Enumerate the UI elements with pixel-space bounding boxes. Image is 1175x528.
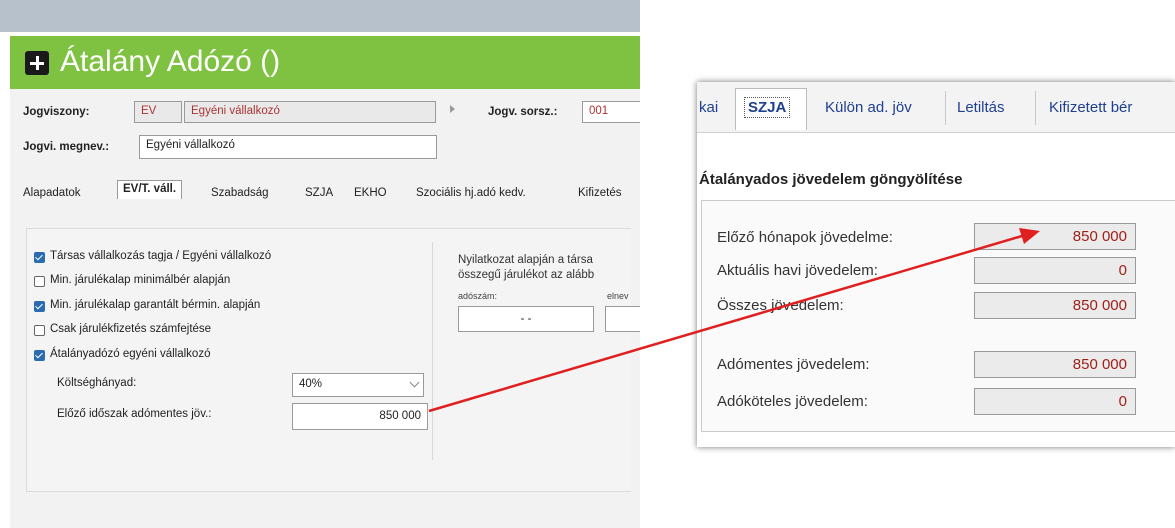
nyilatkozat-text-2: összegű járulékot az alább: [458, 269, 595, 281]
elozo-honapok-value: 850 000: [974, 223, 1136, 250]
koltseghanyad-select[interactable]: 40%: [292, 373, 424, 397]
zoom-panel: kai SZJA Külön ad. jöv Letiltás Kifizete…: [697, 82, 1175, 447]
checkbox-tarsas-vallalkozas-label: Társas vállalkozás tagja / Egyéni vállal…: [50, 250, 272, 262]
section-heading: Átalányados jövedelem göngyölítése: [699, 171, 963, 188]
expand-arrow-icon[interactable]: [450, 105, 455, 113]
tab-ekho[interactable]: EKHO: [354, 187, 387, 199]
adoszam-field[interactable]: - -: [458, 306, 594, 332]
zoom-tab-kulon-ad-jov[interactable]: Külön ad. jöv: [825, 99, 912, 116]
tab-separator: [945, 91, 946, 125]
zoom-tab-kifizetett-ber[interactable]: Kifizetett bér: [1049, 99, 1132, 116]
checkbox-min-minimalber-label: Min. járulékalap minimálbér alapján: [50, 274, 231, 286]
aktualis-havi-value: 0: [974, 257, 1136, 284]
tab-szja[interactable]: SZJA: [305, 187, 333, 199]
adokoteles-jovedelem-value: 0: [974, 388, 1136, 415]
koltseghanyad-value: 40%: [299, 378, 323, 390]
zoom-tab-szja[interactable]: SZJA: [735, 88, 807, 130]
zoom-tab-letiltas[interactable]: Letiltás: [957, 99, 1005, 116]
zoom-tab-kai[interactable]: kai: [699, 99, 718, 116]
jogviszony-code-field[interactable]: EV: [134, 101, 182, 123]
elozo-idoszak-label: Előző időszak adómentes jöv.:: [57, 408, 212, 420]
osszes-jovedelem-value: 850 000: [974, 292, 1136, 319]
tab-alapadatok[interactable]: Alapadatok: [23, 187, 81, 199]
chevron-down-icon: [409, 377, 420, 388]
zoom-tab-szja-label: SZJA: [744, 97, 791, 118]
checkbox-min-minimalber[interactable]: [34, 276, 45, 287]
checkbox-min-garantalt-label: Min. járulékalap garantált bérmin. alapj…: [50, 299, 261, 311]
tab-separator: [1035, 91, 1036, 125]
panel-divider: [432, 242, 433, 460]
elozo-honapok-label: Előző hónapok jövedelme:: [717, 229, 893, 246]
page-title: Átalány Adózó (): [60, 45, 281, 78]
adoszam-label: adószám:: [458, 291, 498, 301]
checkbox-tarsas-vallalkozas[interactable]: [34, 252, 45, 263]
plus-icon[interactable]: [25, 51, 49, 75]
elozo-idoszak-field[interactable]: 850 000: [292, 403, 428, 430]
main-window: Átalány Adózó () Jogviszony: EV Egyéni v…: [0, 0, 640, 528]
jogvi-megnev-label: Jogvi. megnev.:: [23, 141, 110, 153]
jogviszony-name-field[interactable]: Egyéni vállalkozó: [184, 101, 436, 123]
checkbox-csak-jarulek[interactable]: [34, 325, 45, 336]
koltseghanyad-label: Költséghányad:: [57, 377, 137, 389]
tab-ev-t-vall[interactable]: EV/T. váll.: [117, 180, 183, 199]
checkbox-atalanyadozo-label: Átalányadózó egyéni vállalkozó: [50, 348, 211, 360]
elnev-label: elnev: [607, 291, 629, 301]
elnev-field[interactable]: [605, 306, 640, 332]
osszes-jovedelem-label: Összes jövedelem:: [717, 297, 844, 314]
adomentes-jovedelem-value: 850 000: [974, 351, 1136, 378]
aktualis-havi-label: Aktuális havi jövedelem:: [717, 262, 878, 279]
tab-szabadsag[interactable]: Szabadság: [211, 187, 269, 199]
jogviszony-label: Jogviszony:: [23, 106, 90, 118]
window-top-bar: [0, 0, 640, 32]
checkbox-min-garantalt[interactable]: [34, 301, 45, 312]
tab-kifizetes[interactable]: Kifizetés: [578, 187, 621, 199]
adokoteles-jovedelem-label: Adóköteles jövedelem:: [717, 393, 868, 410]
checkbox-atalanyadozo[interactable]: [34, 350, 45, 361]
tab-szocialis[interactable]: Szociális hj.adó kedv.: [416, 187, 526, 199]
jogv-sorsz-field[interactable]: 001: [582, 101, 640, 123]
jogv-sorsz-label: Jogv. sorsz.:: [488, 106, 558, 118]
checkbox-csak-jarulek-label: Csak járulékfizetés számfejtése: [50, 323, 212, 335]
nyilatkozat-text-1: Nyilatkozat alapján a társa: [458, 254, 593, 266]
adomentes-jovedelem-label: Adómentes jövedelem:: [717, 356, 870, 373]
jogvi-megnev-field[interactable]: Egyéni vállalkozó: [139, 135, 437, 159]
